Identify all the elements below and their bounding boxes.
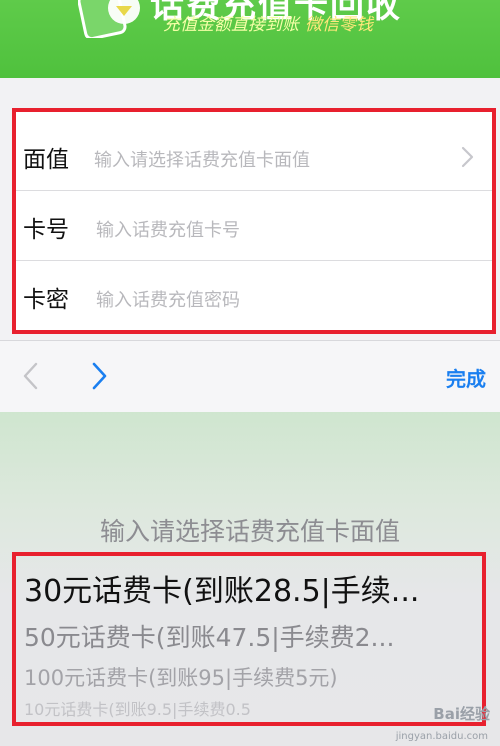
chevron-right-icon[interactable] — [86, 361, 112, 391]
picker-option[interactable]: 100元话费卡(到账95|手续费5元) — [24, 662, 338, 692]
face-value-placeholder[interactable]: 输入请选择话费充值卡面值 — [94, 146, 310, 172]
watermark: Bai经验 — [433, 703, 490, 724]
card-password-input[interactable]: 输入话费充值密码 — [96, 286, 240, 312]
card-number-label: 卡号 — [23, 217, 69, 243]
card-number-row[interactable]: 卡号 输入话费充值卡号 — [16, 192, 492, 262]
face-value-row[interactable]: 面值 输入请选择话费充值卡面值 — [16, 122, 492, 192]
banner-subtitle-main: 充值金额直接到账 — [163, 15, 299, 35]
row-divider — [16, 190, 492, 191]
picker-options-highlight: 30元话费卡(到账28.5|手续... 50元话费卡(到账47.5|手续费2..… — [12, 552, 486, 726]
picker-option-selected[interactable]: 30元话费卡(到账28.5|手续... — [24, 566, 419, 610]
picker-title: 输入请选择话费充值卡面值 — [99, 517, 400, 546]
chevron-right-icon — [461, 146, 474, 168]
card-icon — [78, 0, 140, 38]
watermark-url: jingyan.baidu.com — [395, 731, 488, 742]
header-banner: 话费充值卡回收 充值金额直接到账 微信零钱 — [0, 0, 500, 78]
row-divider — [16, 260, 492, 261]
recharge-card-form: 面值 输入请选择话费充值卡面值 卡号 输入话费充值卡号 卡密 输入话费充值密码 — [12, 108, 496, 334]
picker-option[interactable]: 10元话费卡(到账9.5|手续费0.5 — [24, 696, 251, 720]
face-value-label: 面值 — [23, 147, 69, 173]
card-password-label: 卡密 — [23, 287, 69, 313]
done-button[interactable]: 完成 — [446, 363, 486, 392]
picker-option[interactable]: 50元话费卡(到账47.5|手续费2... — [24, 618, 394, 654]
face-value-picker[interactable]: 输入请选择话费充值卡面值 30元话费卡(到账28.5|手续... 50元话费卡(… — [0, 412, 500, 746]
banner-subtitle: 充值金额直接到账 微信零钱 — [163, 10, 373, 35]
banner-subtitle-highlight: 微信零钱 — [305, 15, 373, 35]
card-number-input[interactable]: 输入话费充值卡号 — [96, 216, 240, 242]
input-accessory-toolbar: 完成 — [0, 340, 500, 413]
chevron-left-icon[interactable] — [18, 361, 44, 391]
watermark-text: Bai经验 — [433, 705, 490, 723]
card-password-row[interactable]: 卡密 输入话费充值密码 — [16, 262, 492, 332]
